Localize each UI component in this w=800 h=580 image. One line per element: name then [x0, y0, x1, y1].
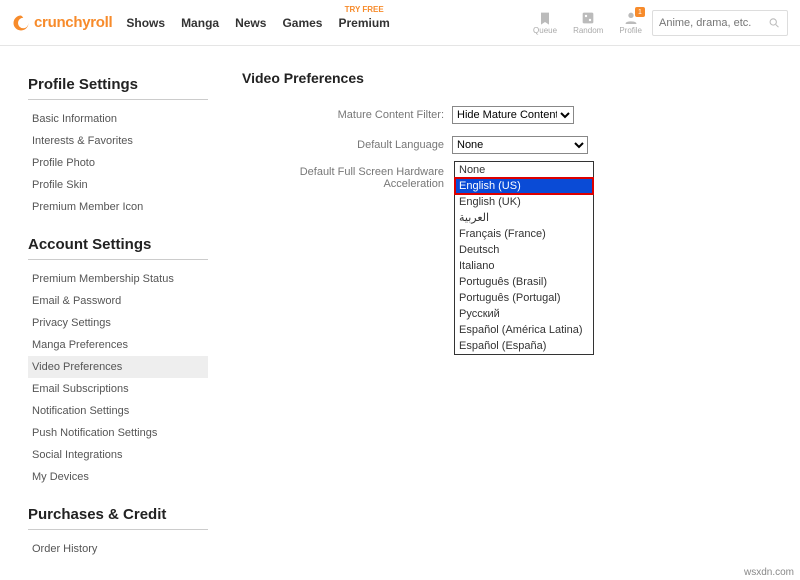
language-dropdown: NoneEnglish (US)English (UK)العربيةFranç… [454, 161, 594, 355]
sidebar-item[interactable]: Manga Preferences [28, 334, 208, 356]
queue-button[interactable]: Queue [533, 10, 557, 35]
sidebar-item[interactable]: Email Subscriptions [28, 378, 208, 400]
language-option[interactable]: Français (France) [455, 226, 593, 242]
sidebar-item[interactable]: Interests & Favorites [28, 130, 208, 152]
sidebar-item[interactable]: Email & Password [28, 290, 208, 312]
language-option[interactable]: English (US) [455, 178, 593, 194]
sidebar-item[interactable]: Notification Settings [28, 400, 208, 422]
page-title: Video Preferences [242, 70, 788, 86]
brand-name: crunchyroll [34, 14, 112, 31]
profile-label: Profile [619, 26, 642, 35]
top-icons: Queue Random 1 Profile [533, 10, 642, 35]
queue-label: Queue [533, 26, 557, 35]
language-option[interactable]: Italiano [455, 258, 593, 274]
profile-button[interactable]: 1 Profile [619, 10, 642, 35]
nav-manga[interactable]: Manga [181, 16, 219, 30]
label-hw: Default Full Screen Hardware Acceleratio… [242, 166, 452, 190]
logo-icon [12, 14, 30, 32]
language-option[interactable]: Português (Brasil) [455, 274, 593, 290]
language-option[interactable]: Español (América Latina) [455, 322, 593, 338]
language-option[interactable]: Português (Portugal) [455, 290, 593, 306]
notification-badge: 1 [635, 7, 645, 17]
sidebar-item[interactable]: My Devices [28, 466, 208, 488]
language-option[interactable]: Deutsch [455, 242, 593, 258]
sidebar: Profile Settings Basic InformationIntere… [28, 70, 208, 560]
language-option[interactable]: العربية [455, 210, 593, 226]
sidebar-item[interactable]: Order History [28, 538, 208, 560]
language-option[interactable]: None [455, 162, 593, 178]
sidebar-heading-purchases: Purchases & Credit [28, 506, 208, 530]
nav-premium[interactable]: TRY FREE Premium [338, 16, 389, 30]
label-lang: Default Language [242, 139, 452, 151]
search-icon [768, 16, 781, 30]
nav-news[interactable]: News [235, 16, 266, 30]
random-button[interactable]: Random [573, 10, 603, 35]
sidebar-list-purchases: Order History [28, 538, 208, 560]
random-label: Random [573, 26, 603, 35]
tryfree-badge: TRY FREE [345, 5, 384, 14]
sidebar-item[interactable]: Social Integrations [28, 444, 208, 466]
language-option[interactable]: Русский [455, 306, 593, 322]
sidebar-heading-profile: Profile Settings [28, 76, 208, 100]
sidebar-heading-account: Account Settings [28, 236, 208, 260]
language-select[interactable]: None [452, 136, 588, 154]
language-option[interactable]: English (UK) [455, 194, 593, 210]
sidebar-item[interactable]: Premium Membership Status [28, 268, 208, 290]
sidebar-item[interactable]: Profile Skin [28, 174, 208, 196]
bookmark-icon [537, 10, 553, 26]
sidebar-item[interactable]: Premium Member Icon [28, 196, 208, 218]
random-icon [580, 10, 596, 26]
brand-logo[interactable]: crunchyroll [12, 14, 112, 32]
search-box[interactable] [652, 10, 788, 36]
nav-games[interactable]: Games [282, 16, 322, 30]
nav-premium-label: Premium [338, 16, 389, 30]
language-option[interactable]: Español (España) [455, 338, 593, 354]
sidebar-item[interactable]: Video Preferences [28, 356, 208, 378]
mature-select[interactable]: Hide Mature Content [452, 106, 574, 124]
sidebar-list-account: Premium Membership StatusEmail & Passwor… [28, 268, 208, 488]
label-mature: Mature Content Filter: [242, 109, 452, 121]
sidebar-item[interactable]: Profile Photo [28, 152, 208, 174]
watermark: wsxdn.com [744, 567, 794, 578]
sidebar-item[interactable]: Privacy Settings [28, 312, 208, 334]
sidebar-item[interactable]: Push Notification Settings [28, 422, 208, 444]
main-nav: Shows Manga News Games TRY FREE Premium [126, 16, 389, 30]
sidebar-item[interactable]: Basic Information [28, 108, 208, 130]
search-input[interactable] [659, 17, 768, 29]
sidebar-list-profile: Basic InformationInterests & FavoritesPr… [28, 108, 208, 218]
nav-shows[interactable]: Shows [126, 16, 165, 30]
top-bar: crunchyroll Shows Manga News Games TRY F… [0, 0, 800, 46]
